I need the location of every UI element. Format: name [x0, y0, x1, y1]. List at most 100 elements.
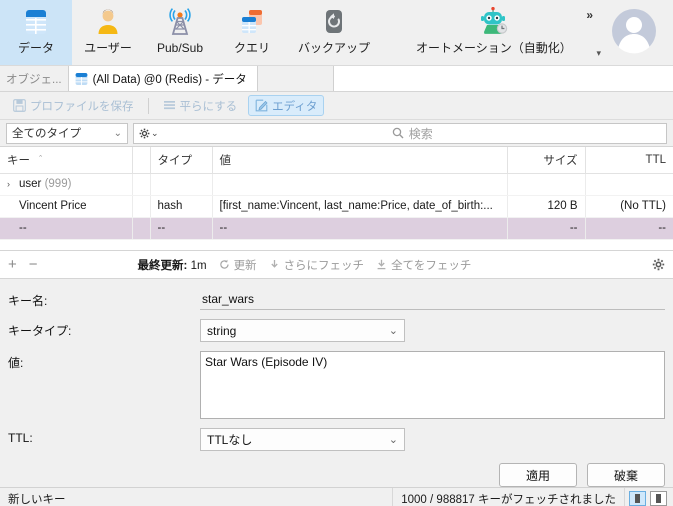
column-header-ttl[interactable]: TTL	[585, 147, 673, 174]
chevron-down-icon: ⌄	[388, 325, 398, 337]
pane-left-split-icon[interactable]	[629, 491, 646, 506]
ttl-row: TTL: TTLなし ⌄	[8, 428, 665, 451]
refresh-icon	[219, 259, 230, 270]
cell-value	[212, 173, 508, 196]
table-action-bar: + − 最終更新: 1m 更新 さらにフェッチ 全てをフェッチ	[0, 251, 673, 279]
refresh-button[interactable]: 更新	[219, 257, 257, 273]
user-icon	[94, 4, 122, 40]
ribbon-item-label: オートメーション（自動化）	[416, 41, 572, 55]
ribbon-item-data[interactable]: データ	[0, 0, 72, 65]
value-textarea[interactable]	[200, 351, 665, 419]
avatar[interactable]	[599, 0, 673, 59]
cell-spacer	[132, 195, 151, 218]
chevron-down-icon: ⌄	[113, 127, 122, 139]
key-name-label: キー名:	[8, 294, 48, 308]
ribbon-item-label: ユーザー	[84, 41, 132, 55]
ribbon-item-pubsub[interactable]: Pub/Sub	[144, 0, 216, 65]
editor-toolbar: プロファイルを保存 平らにする エディタ	[0, 92, 673, 120]
gear-icon[interactable]: ⌄	[139, 128, 159, 139]
last-update-label: 最終更新:	[137, 259, 188, 272]
row-key-label: Vincent Price	[19, 200, 87, 212]
editor-toggle-button[interactable]: エディタ	[248, 95, 325, 116]
plus-icon[interactable]: +	[8, 256, 17, 273]
table-header-row: キー ＾ タイプ 値 サイズ TTL	[0, 147, 673, 174]
ttl-value: TTLなし	[207, 433, 253, 447]
save-disk-icon	[13, 99, 26, 112]
data-table-icon	[22, 4, 50, 40]
ribbon-item-users[interactable]: ユーザー	[72, 0, 144, 65]
table-row[interactable]: › user (999)	[0, 173, 673, 196]
cell-size: --	[507, 217, 586, 240]
status-bar: 新しいキー 1000 / 988817 キーがフェッチされました	[0, 487, 673, 506]
ttl-dropdown[interactable]: TTLなし ⌄	[200, 428, 405, 451]
key-type-label: キータイプ:	[8, 324, 72, 338]
cell-size: 120 B	[507, 195, 586, 218]
tab-bar-input-area[interactable]	[333, 66, 673, 91]
column-header-type[interactable]: タイプ	[150, 147, 213, 174]
editor-label: エディタ	[272, 100, 318, 113]
key-name-input[interactable]	[200, 289, 665, 310]
minus-icon[interactable]: −	[29, 256, 38, 273]
last-update-status: 最終更新: 1m	[138, 257, 207, 273]
status-left-text: 新しいキー	[8, 493, 66, 506]
save-profile-button[interactable]: プロファイルを保存	[6, 95, 141, 116]
gear-icon[interactable]	[652, 258, 665, 271]
pane-right-split-icon[interactable]	[650, 491, 667, 506]
column-header-spacer	[132, 147, 151, 174]
search-placeholder-text: 検索	[408, 126, 433, 141]
search-input[interactable]: ⌄ 検索	[133, 122, 667, 144]
download-arrow-icon	[269, 259, 280, 270]
tab-bar-spacer	[257, 66, 333, 91]
ribbon-expand-caret-icon[interactable]: ▾	[596, 48, 601, 59]
download-all-icon	[376, 259, 387, 270]
tab-objects[interactable]: オブジェ...	[0, 66, 69, 91]
avatar-icon	[612, 9, 656, 54]
cell-ttl: --	[585, 217, 673, 240]
table-row[interactable]: -- -- -- -- --	[0, 217, 673, 240]
sort-ascending-icon: ＾	[36, 155, 46, 166]
fetch-more-button[interactable]: さらにフェッチ	[269, 257, 364, 273]
tab-label: (All Data) @0 (Redis) - データ	[92, 73, 247, 86]
cell-size	[507, 173, 586, 196]
table-row[interactable]: Vincent Price hash [first_name:Vincent, …	[0, 195, 673, 218]
key-editor-form: キー名: キータイプ: string ⌄ 値: TTL: TTLなし ⌄ 適用 …	[0, 279, 673, 487]
column-header-value[interactable]: 値	[212, 147, 508, 174]
discard-button[interactable]: 破棄	[587, 463, 665, 487]
apply-button[interactable]: 適用	[499, 463, 577, 487]
toolbar-separator	[147, 97, 149, 114]
type-filter-dropdown[interactable]: 全てのタイプ ⌄	[6, 122, 128, 144]
ribbon-item-query[interactable]: クエリ	[216, 0, 288, 65]
ribbon-item-automation[interactable]: オートメーション（自動化）	[406, 0, 582, 65]
fetch-all-button[interactable]: 全てをフェッチ	[376, 257, 471, 273]
pane-toggle-group	[624, 488, 673, 506]
expand-group-icon[interactable]: ›	[7, 179, 19, 189]
cell-ttl	[585, 173, 673, 196]
tab-all-data[interactable]: (All Data) @0 (Redis) - データ	[68, 66, 258, 91]
save-profile-label: プロファイルを保存	[30, 100, 134, 113]
keys-table: キー ＾ タイプ 値 サイズ TTL › user (999) Vincent …	[0, 146, 673, 251]
pencil-edit-icon	[255, 99, 268, 112]
ribbon-item-backup[interactable]: バックアップ	[288, 0, 380, 65]
row-key-label: --	[19, 222, 27, 234]
filter-bar: 全てのタイプ ⌄ ⌄ 検索	[0, 120, 673, 146]
flatten-button[interactable]: 平らにする	[156, 95, 245, 116]
status-right-text: 1000 / 988817 キーがフェッチされました	[392, 488, 624, 506]
ribbon-overflow-icon[interactable]: »	[586, 0, 599, 22]
flatten-label: 平らにする	[179, 100, 238, 113]
type-filter-value: 全てのタイプ	[12, 128, 81, 140]
ttl-label: TTL:	[8, 431, 33, 445]
key-type-value: string	[207, 323, 237, 338]
form-button-row: 適用 破棄	[8, 457, 665, 487]
column-header-size[interactable]: サイズ	[507, 147, 586, 174]
key-type-dropdown[interactable]: string ⌄	[200, 319, 405, 342]
cell-key: Vincent Price	[0, 195, 133, 218]
document-tab-bar: オブジェ... (All Data) @0 (Redis) - データ	[0, 66, 673, 92]
application-window: データ ユーザー Pub/Sub クエリ バックアップ オートメーション（自動化…	[0, 0, 673, 506]
row-key-label: user	[19, 178, 42, 190]
ribbon-item-label: Pub/Sub	[156, 41, 204, 55]
main-ribbon-toolbar: データ ユーザー Pub/Sub クエリ バックアップ オートメーション（自動化…	[0, 0, 673, 66]
cell-key: › user (999)	[0, 173, 133, 196]
ribbon-item-label: データ	[17, 41, 54, 55]
backup-restore-icon	[321, 4, 347, 40]
column-header-key[interactable]: キー ＾	[0, 147, 133, 174]
